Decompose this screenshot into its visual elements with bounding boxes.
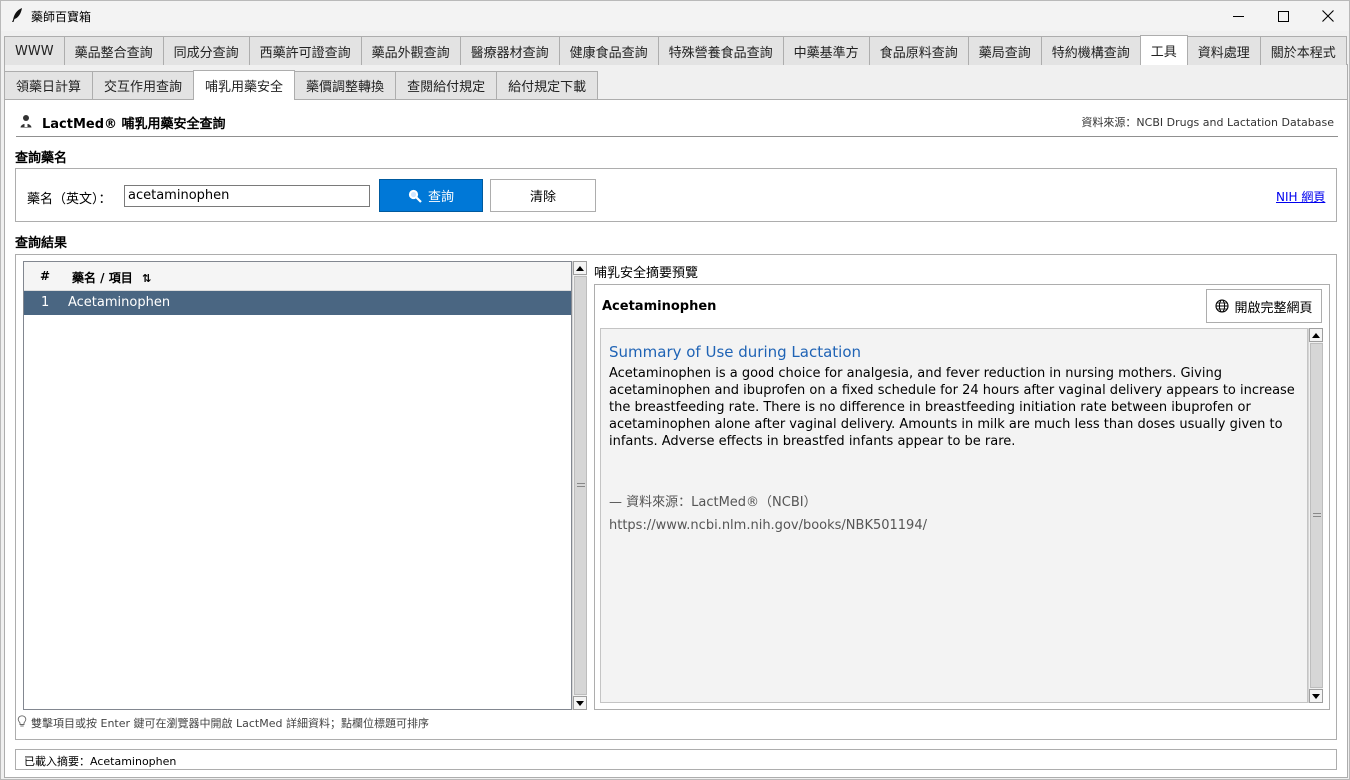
tab-medical-device[interactable]: 醫療器材查詢	[459, 36, 560, 65]
maximize-icon	[1277, 10, 1289, 22]
open-full-page-button[interactable]: 開啟完整網頁	[1206, 289, 1322, 323]
tab-food-ingredient[interactable]: 食品原料查詢	[868, 36, 969, 65]
tab-drug-integrated[interactable]: 藥品整合查詢	[63, 36, 164, 65]
arrow-down-icon	[576, 700, 584, 706]
tab-contracted[interactable]: 特約機構查詢	[1040, 36, 1141, 65]
tab-special-nutrition[interactable]: 特殊營養食品查詢	[657, 36, 784, 65]
query-section-label: 查詢藥名	[15, 151, 68, 166]
search-button[interactable]: 查詢	[379, 179, 483, 212]
tab-about[interactable]: 關於本程式	[1259, 36, 1347, 65]
sub-tab-bar: 領藥日計算 交互作用查詢 哺乳用藥安全 藥價調整轉換 查閱給付規定 給付規定下載	[4, 70, 599, 100]
magnifier-icon	[408, 189, 422, 203]
tab-pharmacy[interactable]: 藥局查詢	[967, 36, 1042, 65]
row-num: 1	[41, 295, 50, 310]
subtab-reimbursement-download[interactable]: 給付規定下載	[496, 71, 599, 99]
subtab-interaction[interactable]: 交互作用查詢	[92, 71, 195, 99]
search-button-label: 查詢	[427, 190, 454, 205]
lightbulb-icon	[17, 715, 27, 727]
subtab-dispense-date[interactable]: 領藥日計算	[4, 71, 94, 99]
preview-section-label: 哺乳安全摘要預覽	[594, 266, 699, 281]
tab-same-ingredient[interactable]: 同成分查詢	[162, 36, 250, 65]
row-name: Acetaminophen	[68, 295, 171, 310]
header-divider	[16, 136, 1338, 137]
summary-text: Acetaminophen is a good choice for analg…	[609, 366, 1295, 449]
main-tab-bar: WWW 藥品整合查詢 同成分查詢 西藥許可證查詢 藥品外觀查詢 醫療器材查詢 健…	[4, 35, 1347, 65]
preview-drug-name: Acetaminophen	[602, 299, 717, 314]
status-text: 已載入摘要：Acetaminophen	[24, 755, 177, 768]
subtab-lactation[interactable]: 哺乳用藥安全	[193, 70, 296, 100]
scroll-down-button[interactable]	[1309, 689, 1323, 703]
quill-icon	[12, 8, 22, 22]
scroll-up-button[interactable]	[1309, 328, 1323, 342]
tab-tools[interactable]: 工具	[1139, 35, 1188, 65]
tab-chinese-formula[interactable]: 中藥基準方	[782, 36, 870, 65]
tab-health-food[interactable]: 健康食品查詢	[558, 36, 659, 65]
arrow-up-icon	[576, 265, 584, 271]
tab-appearance[interactable]: 藥品外觀查詢	[360, 36, 461, 65]
table-row[interactable]: 1 Acetaminophen	[24, 291, 571, 315]
close-button[interactable]	[1305, 1, 1350, 31]
column-header-num[interactable]: #	[40, 269, 50, 283]
data-source-label: 資料來源：NCBI Drugs and Lactation Database	[1081, 116, 1334, 129]
tab-data-processing[interactable]: 資料處理	[1186, 36, 1261, 65]
summary-heading: Summary of Use during Lactation	[609, 343, 862, 361]
arrow-up-icon	[1312, 332, 1320, 338]
scroll-down-button[interactable]	[573, 696, 587, 710]
drug-name-label: 藥名（英文）：	[27, 192, 112, 207]
title-bar: 藥師百寶箱	[1, 1, 1349, 31]
column-header-name-label: 藥名 / 項目	[72, 271, 133, 285]
subtab-reimbursement[interactable]: 查閱給付規定	[395, 71, 498, 99]
nih-link[interactable]: NIH 網頁	[1276, 188, 1325, 205]
subtab-price-adjust[interactable]: 藥價調整轉換	[294, 71, 397, 99]
close-icon	[1322, 10, 1334, 22]
clear-button[interactable]: 清除	[490, 179, 596, 212]
tab-www[interactable]: WWW	[4, 36, 65, 65]
usage-hint: 雙擊項目或按 Enter 鍵可在瀏覽器中開啟 LactMed 詳細資料；點欄位標…	[31, 717, 429, 730]
person-icon	[20, 115, 32, 128]
tab-license[interactable]: 西藥許可證查詢	[248, 36, 362, 65]
source-attribution: — 資料來源：LactMed®（NCBI）	[609, 495, 817, 510]
source-url: https://www.ncbi.nlm.nih.gov/books/NBK50…	[609, 518, 927, 533]
app-window: 藥師百寶箱 WWW 藥品整合查詢 同成分查詢 西藥許可證查詢 藥品外觀查詢 醫療…	[0, 0, 1350, 780]
open-full-page-label: 開啟完整網頁	[1234, 300, 1313, 316]
grip-icon	[576, 482, 585, 489]
sort-icon: ⇅	[141, 272, 152, 285]
status-bar: 已載入摘要：Acetaminophen	[15, 749, 1337, 770]
minimize-icon	[1232, 15, 1244, 17]
minimize-button[interactable]	[1215, 1, 1261, 31]
summary-scrollbar[interactable]	[1308, 328, 1323, 703]
page-title: LactMed® 哺乳用藥安全查詢	[42, 117, 226, 132]
grip-icon	[1312, 512, 1321, 519]
page-header: LactMed® 哺乳用藥安全查詢 資料來源：NCBI Drugs and La…	[16, 111, 1338, 135]
column-header-name[interactable]: 藥名 / 項目 ⇅	[72, 269, 151, 286]
scroll-up-button[interactable]	[573, 261, 587, 275]
globe-icon	[1215, 299, 1230, 313]
results-section-label: 查詢結果	[15, 236, 68, 251]
drug-name-input[interactable]: acetaminophen	[124, 185, 370, 207]
list-scrollbar[interactable]	[572, 261, 587, 710]
results-list	[23, 261, 572, 710]
window-title: 藥師百寶箱	[31, 10, 92, 24]
scroll-thumb[interactable]	[574, 276, 587, 695]
maximize-button[interactable]	[1260, 1, 1306, 31]
arrow-down-icon	[1312, 693, 1320, 699]
scroll-thumb[interactable]	[1310, 343, 1323, 688]
